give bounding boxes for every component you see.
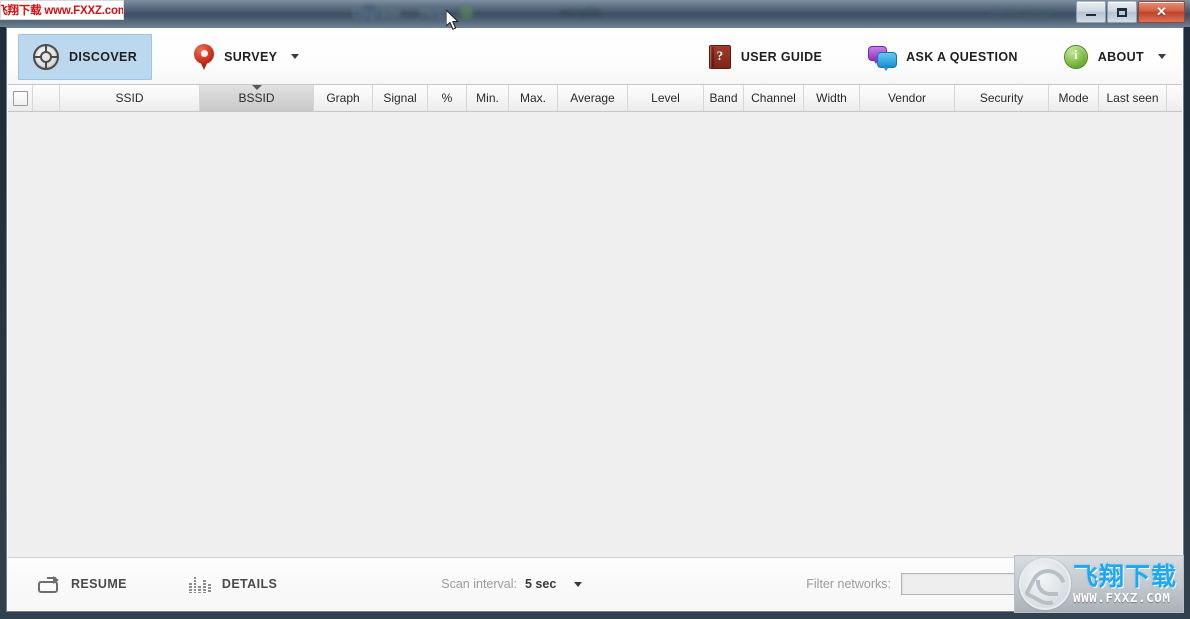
scan-interval-dropdown-caret-icon[interactable] (574, 581, 583, 587)
column-header-min-label: Min. (476, 91, 499, 105)
column-header-channel-label: Channel (751, 91, 796, 105)
info-circle-icon (1063, 44, 1088, 69)
network-list-body[interactable] (8, 112, 1182, 558)
column-header-percent-label: % (441, 91, 453, 105)
column-header-vendor-label: Vendor (887, 91, 927, 105)
minimize-icon (1077, 2, 1105, 22)
about-label: ABOUT (1097, 49, 1144, 64)
resume-label: RESUME (71, 577, 127, 591)
column-header-graph-label: Graph (326, 91, 360, 105)
about-button[interactable]: ABOUT (1052, 34, 1166, 80)
column-header-average[interactable]: Average (558, 85, 628, 111)
equalizer-icon (188, 575, 211, 593)
titlebar-ghost-text-3: acrylic (560, 5, 602, 19)
column-header-percent[interactable]: % (428, 85, 467, 111)
bottom-statusbar: RESUME DETAILS Scan interval: 5 sec Filt… (8, 558, 1182, 610)
column-header-ssid-label: SSID (115, 91, 144, 105)
column-header-security-label: Security (979, 91, 1024, 105)
column-header-filler (1167, 85, 1182, 111)
column-header-graph[interactable]: Graph (314, 85, 373, 111)
column-header-max[interactable]: Max. (509, 85, 558, 111)
close-button[interactable]: ✕ (1138, 1, 1185, 23)
watermark-top-banner: 飞翔下载 www.FXXZ.com (0, 0, 124, 20)
details-button[interactable]: DETAILS (188, 575, 278, 593)
watermark-emblem-icon (1019, 558, 1073, 612)
ask-a-question-button[interactable]: ASK A QUESTION (856, 34, 1030, 80)
column-header-level-label: Level (651, 91, 680, 105)
column-header-vendor[interactable]: Vendor (860, 85, 955, 111)
column-header-last-seen[interactable]: Last seen (1099, 85, 1167, 111)
tab-discover[interactable]: DISCOVER (18, 33, 153, 80)
column-header-width-label: Width (816, 91, 847, 105)
header-spacer-cell (33, 85, 60, 111)
column-header-ssid[interactable]: SSID (60, 85, 200, 111)
sort-descending-icon (251, 85, 262, 90)
watermark-logo-url-text: WWW.FXXZ.COM (1073, 589, 1171, 605)
column-header-max-label: Max. (519, 91, 546, 105)
table-column-header: SSID BSSID Graph Signal % Min. Max. Aver… (8, 85, 1182, 112)
tab-discover-label: DISCOVER (69, 49, 138, 64)
maximize-icon (1108, 2, 1136, 22)
scan-interval-value: 5 sec (524, 577, 557, 591)
titlebar-ghost-text-2: Help (420, 6, 447, 20)
details-label: DETAILS (221, 577, 278, 591)
ask-a-question-label: ASK A QUESTION (906, 49, 1018, 64)
desktop-background: ver Upgrade Help acrylic Wi-Fi Scan ✕ (0, 0, 1190, 619)
toolbar-right-group: USER GUIDE ASK A QUESTION ABOUT (697, 34, 1182, 80)
column-header-average-label: Average (570, 91, 615, 105)
column-header-signal[interactable]: Signal (373, 85, 428, 111)
column-header-signal-label: Signal (383, 91, 417, 105)
resume-button[interactable]: RESUME (38, 575, 127, 593)
scan-interval-control[interactable]: Scan interval: 5 sec (441, 577, 583, 591)
minimize-button[interactable] (1076, 1, 1106, 23)
about-dropdown-caret-icon[interactable] (1158, 54, 1166, 59)
column-header-min[interactable]: Min. (467, 85, 509, 111)
watermark-logo-cn-text: 飞翔下载 (1073, 561, 1178, 591)
column-header-last-seen-label: Last seen (1106, 91, 1159, 105)
select-all-header-cell[interactable] (8, 85, 33, 111)
select-all-checkbox[interactable] (12, 90, 28, 106)
tab-survey[interactable]: SURVEY (180, 34, 313, 80)
filter-networks-label: Filter networks: (806, 577, 891, 591)
close-icon: ✕ (1156, 4, 1167, 19)
column-header-mode-label: Mode (1058, 91, 1089, 105)
survey-dropdown-caret-icon[interactable] (291, 54, 300, 59)
column-header-channel[interactable]: Channel (744, 85, 804, 111)
resume-icon (38, 575, 60, 593)
tab-survey-label: SURVEY (224, 49, 278, 64)
window-titlebar[interactable]: ver Upgrade Help acrylic Wi-Fi Scan ✕ (0, 0, 1190, 27)
column-header-bssid-label: BSSID (238, 91, 275, 105)
watermark-top-text: 飞翔下载 www.FXXZ.com (0, 5, 124, 17)
column-header-band[interactable]: Band (704, 85, 744, 111)
map-pin-icon (194, 43, 215, 70)
user-guide-label: USER GUIDE (740, 49, 823, 64)
speech-bubbles-icon (868, 45, 898, 71)
column-header-security[interactable]: Security (955, 85, 1049, 111)
column-header-level[interactable]: Level (628, 85, 704, 111)
column-header-bssid[interactable]: BSSID (200, 85, 314, 111)
titlebar-ghost-text-4: Wi-Fi Scan (990, 6, 1054, 20)
book-question-icon (708, 44, 731, 69)
column-header-mode[interactable]: Mode (1049, 85, 1099, 111)
titlebar-ghost-icon-2 (460, 6, 473, 19)
watermark-logo: 飞翔下载 WWW.FXXZ.COM (1014, 555, 1184, 613)
titlebar-ghost-text-1: Upgrade (352, 6, 402, 20)
column-header-band-label: Band (709, 91, 738, 105)
maximize-button[interactable] (1107, 1, 1137, 23)
radar-icon (33, 43, 59, 70)
column-header-width[interactable]: Width (804, 85, 860, 111)
application-window: DISCOVER SURVEY USER GUIDE AS (6, 27, 1184, 612)
scan-interval-label: Scan interval: (441, 577, 517, 591)
window-caption-buttons: ✕ (1075, 1, 1185, 23)
main-toolbar: DISCOVER SURVEY USER GUIDE AS (8, 29, 1182, 85)
user-guide-button[interactable]: USER GUIDE (697, 34, 834, 80)
